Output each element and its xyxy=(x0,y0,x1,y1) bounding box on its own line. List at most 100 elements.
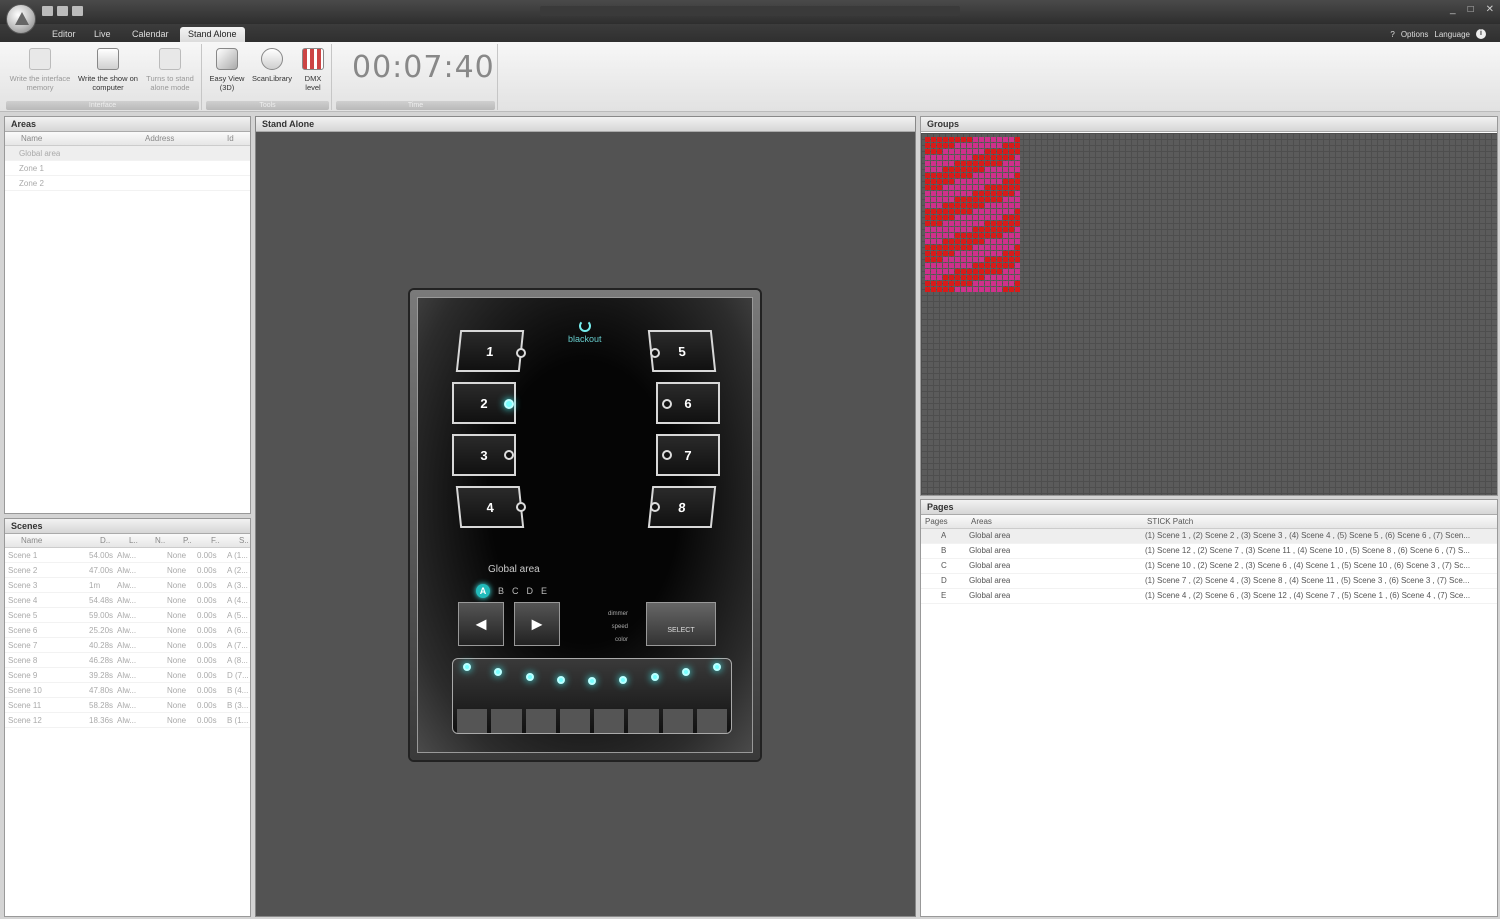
group-cell[interactable] xyxy=(937,167,942,172)
group-cell[interactable] xyxy=(1009,239,1014,244)
column-loop[interactable]: L.. xyxy=(129,536,138,545)
group-cell[interactable] xyxy=(1003,215,1008,220)
group-cell[interactable] xyxy=(997,173,1002,178)
column-next[interactable]: N.. xyxy=(155,536,165,545)
group-cell[interactable] xyxy=(931,173,936,178)
group-cell[interactable] xyxy=(1009,161,1014,166)
slider-dot[interactable] xyxy=(525,672,534,681)
group-cell[interactable] xyxy=(967,173,972,178)
group-cell[interactable] xyxy=(991,191,996,196)
group-cell[interactable] xyxy=(985,215,990,220)
group-cell[interactable] xyxy=(955,203,960,208)
group-cell[interactable] xyxy=(1015,155,1020,160)
options-menu[interactable]: Options xyxy=(1401,30,1429,39)
group-cell[interactable] xyxy=(967,221,972,226)
tab-live[interactable]: Live xyxy=(86,27,119,42)
group-cell[interactable] xyxy=(961,137,966,142)
group-cell[interactable] xyxy=(925,203,930,208)
tab-editor[interactable]: Editor xyxy=(44,27,84,42)
group-cell[interactable] xyxy=(955,167,960,172)
column-stick-patch[interactable]: STICK Patch xyxy=(1147,517,1193,526)
group-cell[interactable] xyxy=(979,161,984,166)
group-cell[interactable] xyxy=(949,239,954,244)
group-cell[interactable] xyxy=(955,179,960,184)
group-cell[interactable] xyxy=(943,275,948,280)
column-fade[interactable]: F.. xyxy=(211,536,219,545)
group-cell[interactable] xyxy=(937,251,942,256)
group-cell[interactable] xyxy=(979,137,984,142)
group-cell[interactable] xyxy=(997,155,1002,160)
group-cell[interactable] xyxy=(979,191,984,196)
column-address[interactable]: Address xyxy=(145,134,174,143)
group-cell[interactable] xyxy=(949,149,954,154)
group-cell[interactable] xyxy=(991,275,996,280)
group-cell[interactable] xyxy=(1003,155,1008,160)
group-cell[interactable] xyxy=(955,221,960,226)
group-cell[interactable] xyxy=(973,287,978,292)
column-pages[interactable]: Pages xyxy=(925,517,948,526)
group-cell[interactable] xyxy=(949,221,954,226)
table-row[interactable]: B Global area (1) Scene 12 , (2) Scene 7 ,… xyxy=(921,544,1497,559)
group-cell[interactable] xyxy=(997,215,1002,220)
group-cell[interactable] xyxy=(1003,269,1008,274)
group-cell[interactable] xyxy=(943,281,948,286)
group-cell[interactable] xyxy=(967,263,972,268)
group-cell[interactable] xyxy=(1009,275,1014,280)
group-cell[interactable] xyxy=(955,239,960,244)
group-cell[interactable] xyxy=(937,281,942,286)
group-cell[interactable] xyxy=(991,137,996,142)
group-cell[interactable] xyxy=(955,245,960,250)
group-cell[interactable] xyxy=(925,161,930,166)
group-cell[interactable] xyxy=(1003,143,1008,148)
group-cell[interactable] xyxy=(943,155,948,160)
group-cell[interactable] xyxy=(979,143,984,148)
group-cell[interactable] xyxy=(1015,203,1020,208)
table-row[interactable]: E Global area (1) Scene 4 , (2) Scene 6 , … xyxy=(921,589,1497,604)
group-cell[interactable] xyxy=(961,209,966,214)
group-cell[interactable] xyxy=(961,233,966,238)
group-cell[interactable] xyxy=(1009,215,1014,220)
group-cell[interactable] xyxy=(997,275,1002,280)
group-cell[interactable] xyxy=(937,161,942,166)
group-cell[interactable] xyxy=(937,149,942,154)
page-c[interactable]: C xyxy=(512,586,519,598)
group-cell[interactable] xyxy=(1003,263,1008,268)
column-id[interactable]: Id xyxy=(227,134,234,143)
group-cell[interactable] xyxy=(973,137,978,142)
group-cell[interactable] xyxy=(955,257,960,262)
group-cell[interactable] xyxy=(1003,281,1008,286)
group-cell[interactable] xyxy=(985,191,990,196)
group-cell[interactable] xyxy=(931,245,936,250)
group-cell[interactable] xyxy=(931,191,936,196)
group-cell[interactable] xyxy=(943,173,948,178)
table-row[interactable]: Global area xyxy=(5,146,250,161)
group-cell[interactable] xyxy=(997,191,1002,196)
group-cell[interactable] xyxy=(1009,209,1014,214)
group-cell[interactable] xyxy=(967,161,972,166)
group-cell[interactable] xyxy=(1009,173,1014,178)
easy-view-button[interactable]: Easy View (3D) xyxy=(206,48,248,92)
group-cell[interactable] xyxy=(991,167,996,172)
group-cell[interactable] xyxy=(955,191,960,196)
group-cell[interactable] xyxy=(997,263,1002,268)
group-cell[interactable] xyxy=(1009,227,1014,232)
group-cell[interactable] xyxy=(961,143,966,148)
group-cell[interactable] xyxy=(997,185,1002,190)
group-cell[interactable] xyxy=(955,227,960,232)
open-icon[interactable] xyxy=(57,6,68,16)
group-cell[interactable] xyxy=(961,275,966,280)
group-cell[interactable] xyxy=(961,161,966,166)
group-cell[interactable] xyxy=(1009,281,1014,286)
group-cell[interactable] xyxy=(949,155,954,160)
group-cell[interactable] xyxy=(961,227,966,232)
group-cell[interactable] xyxy=(931,281,936,286)
group-cell[interactable] xyxy=(943,179,948,184)
group-cell[interactable] xyxy=(931,287,936,292)
group-cell[interactable] xyxy=(943,167,948,172)
group-cell[interactable] xyxy=(997,281,1002,286)
table-row[interactable]: A Global area (1) Scene 1 , (2) Scene 2 , … xyxy=(921,529,1497,544)
table-row[interactable]: Scene 3 1m Alw... None 0.00s A (3... xyxy=(5,578,250,593)
group-cell[interactable] xyxy=(997,239,1002,244)
group-cell[interactable] xyxy=(1003,275,1008,280)
group-cell[interactable] xyxy=(931,263,936,268)
